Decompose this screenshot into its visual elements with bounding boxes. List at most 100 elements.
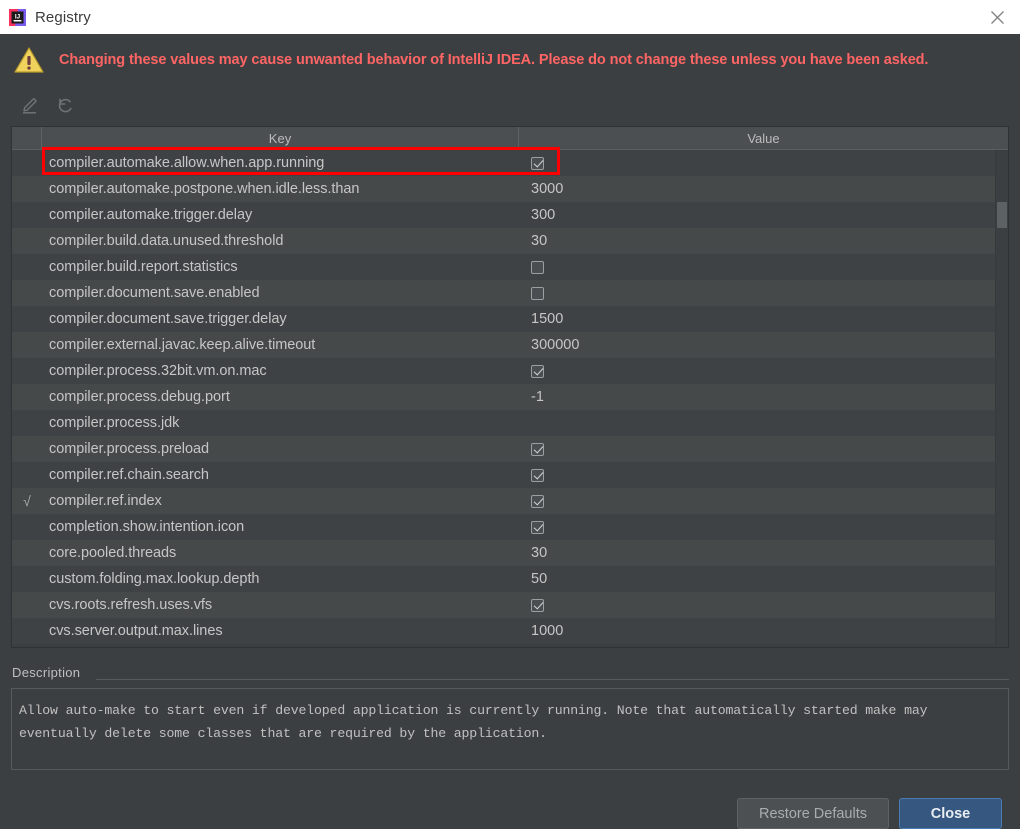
table-row[interactable]: compiler.build.report.statistics <box>12 254 1008 280</box>
row-value[interactable] <box>519 410 1008 436</box>
row-value[interactable] <box>519 592 1008 618</box>
restore-defaults-button[interactable]: Restore Defaults <box>737 798 889 829</box>
table-row[interactable]: cvs.roots.refresh.uses.vfs <box>12 592 1008 618</box>
row-value[interactable] <box>519 280 1008 306</box>
row-value[interactable] <box>519 436 1008 462</box>
row-key: compiler.process.jdk <box>49 415 180 431</box>
description-separator <box>96 679 1009 680</box>
row-modified-flag <box>12 280 42 306</box>
table-row[interactable]: compiler.document.save.trigger.delay 1500 <box>12 306 1008 332</box>
row-key: cvs.roots.refresh.uses.vfs <box>49 597 213 613</box>
row-modified-flag <box>12 436 42 462</box>
row-modified-flag <box>12 540 42 566</box>
checkbox-checked-icon[interactable] <box>531 442 544 456</box>
row-key: custom.folding.max.lookup.depth <box>49 571 260 587</box>
warning-banner: Changing these values may cause unwanted… <box>0 34 1020 86</box>
table-row[interactable]: compiler.ref.chain.search <box>12 462 1008 488</box>
svg-text:IJ: IJ <box>15 13 21 20</box>
scrollbar-thumb[interactable] <box>997 202 1007 228</box>
intellij-idea-icon: IJ <box>9 8 26 26</box>
description-label: Description <box>12 665 89 680</box>
row-key: compiler.automake.allow.when.app.running <box>49 155 325 171</box>
table-row[interactable]: core.pooled.threads 30 <box>12 540 1008 566</box>
row-key: compiler.external.javac.keep.alive.timeo… <box>49 337 316 353</box>
row-value[interactable]: 1000 <box>519 618 1008 644</box>
table-row[interactable]: compiler.automake.allow.when.app.running <box>12 150 1008 176</box>
row-value[interactable]: 30 <box>519 540 1008 566</box>
column-header-flag[interactable] <box>12 127 42 149</box>
row-modified-flag <box>12 332 42 358</box>
row-key: compiler.document.save.enabled <box>49 285 260 301</box>
row-key: compiler.ref.chain.search <box>49 467 209 483</box>
row-value[interactable]: 50 <box>519 566 1008 592</box>
checkbox-unchecked-icon[interactable] <box>531 286 544 300</box>
close-button[interactable]: Close <box>899 798 1002 829</box>
row-modified-flag <box>12 566 42 592</box>
table-row[interactable]: compiler.automake.trigger.delay 300 <box>12 202 1008 228</box>
row-key: compiler.build.report.statistics <box>49 259 238 275</box>
table-row[interactable]: completion.show.intention.icon <box>12 514 1008 540</box>
row-modified-flag <box>12 176 42 202</box>
row-modified-flag <box>12 618 42 644</box>
checkbox-unchecked-icon[interactable] <box>531 260 544 274</box>
row-value[interactable] <box>519 150 1008 176</box>
row-key: compiler.process.32bit.vm.on.mac <box>49 363 267 379</box>
row-key: compiler.ref.index <box>49 493 162 509</box>
table-header-row: Key Value <box>12 127 1008 150</box>
row-key: core.pooled.threads <box>49 545 177 561</box>
row-modified-flag <box>12 358 42 384</box>
row-value[interactable] <box>519 488 1008 514</box>
row-value[interactable] <box>519 358 1008 384</box>
table-row[interactable]: compiler.document.save.enabled <box>12 280 1008 306</box>
registry-table[interactable]: Key Value compiler.automake.allow.when.a… <box>11 126 1009 648</box>
description-text: Allow auto-make to start even if develop… <box>19 703 936 741</box>
checkbox-checked-icon[interactable] <box>531 520 544 534</box>
window-title: Registry <box>35 8 91 26</box>
row-value[interactable] <box>519 462 1008 488</box>
table-row[interactable]: compiler.process.debug.port -1 <box>12 384 1008 410</box>
dialog-button-row: Restore Defaults Close <box>737 798 1002 829</box>
row-key: cvs.server.output.max.lines <box>49 623 223 639</box>
row-modified-flag: √ <box>23 493 31 509</box>
checkbox-checked-icon[interactable] <box>531 598 544 612</box>
row-value[interactable]: 30 <box>519 228 1008 254</box>
table-row[interactable]: compiler.process.32bit.vm.on.mac <box>12 358 1008 384</box>
table-row[interactable]: compiler.process.jdk <box>12 410 1008 436</box>
row-value[interactable]: 300 <box>519 202 1008 228</box>
row-value[interactable] <box>519 514 1008 540</box>
row-key: compiler.process.debug.port <box>49 389 230 405</box>
checkbox-checked-icon[interactable] <box>531 468 544 482</box>
row-value[interactable] <box>519 254 1008 280</box>
close-icon[interactable] <box>974 0 1020 34</box>
warning-message: Changing these values may cause unwanted… <box>59 52 929 68</box>
table-row[interactable]: compiler.process.preload <box>12 436 1008 462</box>
row-modified-flag <box>12 150 42 176</box>
row-value[interactable]: 300000 <box>519 332 1008 358</box>
table-row[interactable]: √ compiler.ref.index <box>12 488 1008 514</box>
row-key: compiler.document.save.trigger.delay <box>49 311 287 327</box>
table-row[interactable]: custom.folding.max.lookup.depth 50 <box>12 566 1008 592</box>
undo-revert-icon[interactable] <box>50 91 80 119</box>
table-body: compiler.automake.allow.when.app.running… <box>12 150 1008 644</box>
checkbox-checked-icon[interactable] <box>531 364 544 378</box>
row-modified-flag <box>12 514 42 540</box>
table-vertical-scrollbar[interactable] <box>995 150 1008 647</box>
row-value[interactable]: 3000 <box>519 176 1008 202</box>
column-header-key[interactable]: Key <box>42 127 519 149</box>
row-modified-flag <box>12 592 42 618</box>
checkbox-checked-icon[interactable] <box>531 156 544 170</box>
row-modified-flag <box>12 254 42 280</box>
checkbox-checked-icon[interactable] <box>531 494 544 508</box>
row-modified-flag <box>12 202 42 228</box>
row-value[interactable]: 1500 <box>519 306 1008 332</box>
table-row[interactable]: compiler.automake.postpone.when.idle.les… <box>12 176 1008 202</box>
row-modified-flag <box>12 462 42 488</box>
row-key: compiler.process.preload <box>49 441 209 457</box>
row-value[interactable]: -1 <box>519 384 1008 410</box>
pencil-edit-icon[interactable] <box>14 91 44 119</box>
column-header-value[interactable]: Value <box>519 127 1008 149</box>
table-row[interactable]: compiler.external.javac.keep.alive.timeo… <box>12 332 1008 358</box>
row-key: compiler.automake.trigger.delay <box>49 207 253 223</box>
table-row[interactable]: compiler.build.data.unused.threshold 30 <box>12 228 1008 254</box>
table-row[interactable]: cvs.server.output.max.lines 1000 <box>12 618 1008 644</box>
